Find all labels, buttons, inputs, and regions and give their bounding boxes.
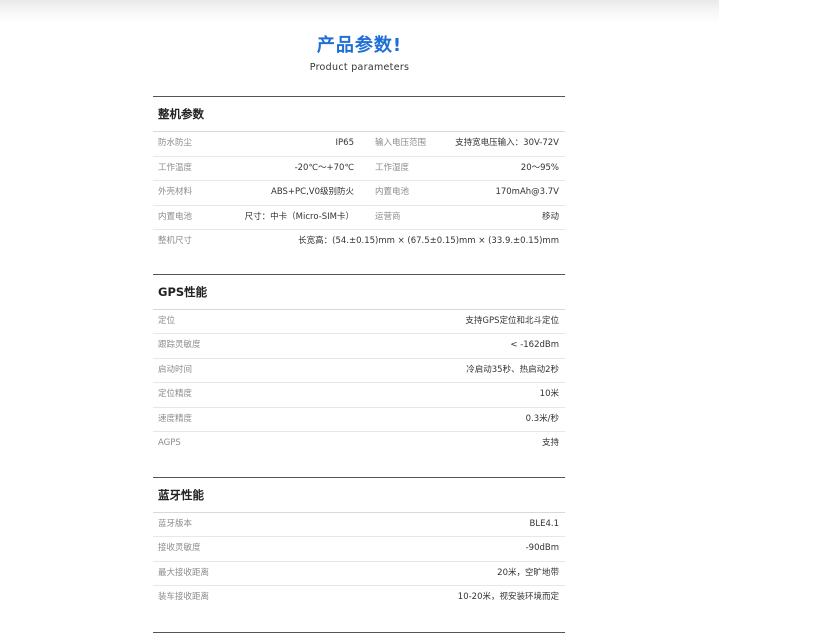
table-row: 最大接收距离 20米，空旷地带 (153, 562, 565, 586)
param-value: 170mAh@3.7V (495, 187, 559, 197)
table-row: 工作温度 -20℃～+70℃ 工作湿度 20～95% (153, 157, 565, 181)
param-label: 启动时间 (158, 364, 193, 375)
param-value: 支持GPS定位和北斗定位 (465, 315, 559, 326)
section-title: 蓝牙性能 (153, 478, 565, 513)
param-label: 整机尺寸 (158, 236, 193, 246)
parameter-tables: 整机参数 防水防尘 IP65 输入电压范围 支持宽电压输入：30V-72V 工作… (153, 96, 565, 633)
param-value: 20米，空旷地带 (497, 567, 559, 578)
param-label: 运营商 (375, 211, 401, 222)
param-label: 输入电压范围 (375, 138, 427, 148)
param-value: 移动 (541, 211, 559, 222)
page-subtitle: Product parameters (309, 62, 410, 73)
param-value: BLE4.1 (529, 518, 559, 529)
param-value: < -162dBm (510, 340, 559, 350)
table-row: 跟踪灵敏度 < -162dBm (153, 334, 565, 359)
page-title: 产品参数! (316, 35, 403, 56)
param-label: 防水防尘 (158, 138, 193, 148)
param-value: 支持宽电压输入：30V-72V (455, 138, 559, 148)
param-label: 跟踪灵敏度 (158, 340, 201, 350)
table-row: 整机尺寸 长宽高：(54.±0.15)mm × (67.5±0.15)mm × … (153, 230, 565, 254)
param-value: ABS+PC,V0级别防火 (271, 187, 354, 197)
table-row: 启动时间 冷启动35秒、热启动2秒 (153, 359, 565, 383)
table-row: 接收灵敏度 -90dBm (153, 537, 565, 562)
param-value: 10-20米，视安装环境而定 (457, 592, 559, 602)
section-title: 整机参数 (153, 97, 565, 132)
param-label: 工作湿度 (375, 162, 410, 173)
param-value: -90dBm (525, 543, 559, 553)
param-label: 外壳材料 (158, 187, 193, 197)
table-row: 定位 支持GPS定位和北斗定位 (153, 310, 565, 334)
table-row: 外壳材料 ABS+PC,V0级别防火 内置电池 170mAh@3.7V (153, 181, 565, 206)
param-label: 内置电池 (375, 187, 410, 197)
bottom-divider (153, 631, 565, 633)
section-gps: GPS性能 定位 支持GPS定位和北斗定位 跟踪灵敏度 < -162dBm 启动… (153, 273, 565, 456)
table-row: 蓝牙版本 BLE4.1 (153, 513, 565, 537)
table-row: 定位精度 10米 (153, 383, 565, 408)
section-bluetooth: 蓝牙性能 蓝牙版本 BLE4.1 接收灵敏度 -90dBm 最大接收距离 20米… (153, 476, 565, 610)
top-shadow-bar (0, 0, 719, 22)
param-value: 尺寸：中卡（Micro-SIM卡） (244, 211, 354, 222)
param-label: 最大接收距离 (158, 567, 210, 578)
param-label: 定位精度 (158, 389, 193, 399)
param-value: -20℃～+70℃ (294, 162, 354, 173)
table-row: AGPS 支持 (153, 432, 565, 456)
page-header: 产品参数! Product parameters (0, 34, 719, 75)
table-row: 装车接收距离 10-20米，视安装环境而定 (153, 586, 565, 610)
param-label: AGPS (158, 438, 181, 448)
param-value: 冷启动35秒、热启动2秒 (466, 364, 559, 375)
param-label: 定位 (158, 315, 176, 326)
table-row: 内置电池 尺寸：中卡（Micro-SIM卡） 运营商 移动 (153, 206, 565, 230)
param-label: 接收灵敏度 (158, 543, 201, 553)
param-label: 内置电池 (158, 211, 193, 222)
section-device-params: 整机参数 防水防尘 IP65 输入电压范围 支持宽电压输入：30V-72V 工作… (153, 96, 565, 254)
param-label: 工作温度 (158, 162, 193, 173)
param-value: 10米 (539, 389, 559, 399)
param-value: 0.3米/秒 (525, 413, 559, 424)
param-value: 长宽高：(54.±0.15)mm × (67.5±0.15)mm × (33.9… (298, 236, 559, 246)
table-row: 速度精度 0.3米/秒 (153, 408, 565, 432)
param-label: 蓝牙版本 (158, 518, 193, 529)
param-label: 速度精度 (158, 413, 193, 424)
table-row: 防水防尘 IP65 输入电压范围 支持宽电压输入：30V-72V (153, 132, 565, 157)
param-value: IP65 (335, 138, 354, 148)
section-title: GPS性能 (153, 275, 565, 310)
param-value: 20～95% (520, 162, 559, 173)
param-value: 支持 (541, 438, 559, 448)
param-label: 装车接收距离 (158, 592, 210, 602)
